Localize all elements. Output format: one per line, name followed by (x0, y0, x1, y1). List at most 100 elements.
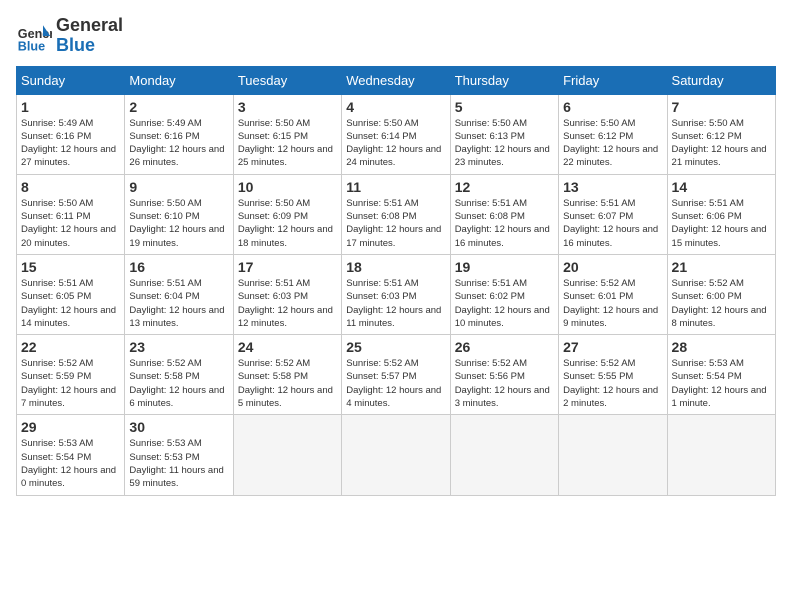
day-cell-12: 12 Sunrise: 5:51 AM Sunset: 6:08 PM Dayl… (450, 174, 558, 254)
day-number: 27 (563, 339, 662, 355)
day-cell-9: 9 Sunrise: 5:50 AM Sunset: 6:10 PM Dayli… (125, 174, 233, 254)
day-number: 29 (21, 419, 120, 435)
day-cell-22: 22 Sunrise: 5:52 AM Sunset: 5:59 PM Dayl… (17, 335, 125, 415)
day-number: 25 (346, 339, 445, 355)
day-cell-5: 5 Sunrise: 5:50 AM Sunset: 6:13 PM Dayli… (450, 94, 558, 174)
day-cell-18: 18 Sunrise: 5:51 AM Sunset: 6:03 PM Dayl… (342, 254, 450, 334)
day-cell-8: 8 Sunrise: 5:50 AM Sunset: 6:11 PM Dayli… (17, 174, 125, 254)
day-info: Sunrise: 5:51 AM Sunset: 6:02 PM Dayligh… (455, 277, 554, 330)
day-number: 11 (346, 179, 445, 195)
day-cell-27: 27 Sunrise: 5:52 AM Sunset: 5:55 PM Dayl… (559, 335, 667, 415)
weekday-header-tuesday: Tuesday (233, 66, 341, 94)
day-cell-13: 13 Sunrise: 5:51 AM Sunset: 6:07 PM Dayl… (559, 174, 667, 254)
weekday-header-saturday: Saturday (667, 66, 775, 94)
day-info: Sunrise: 5:52 AM Sunset: 6:01 PM Dayligh… (563, 277, 662, 330)
day-info: Sunrise: 5:51 AM Sunset: 6:05 PM Dayligh… (21, 277, 120, 330)
day-number: 13 (563, 179, 662, 195)
day-cell-4: 4 Sunrise: 5:50 AM Sunset: 6:14 PM Dayli… (342, 94, 450, 174)
day-info: Sunrise: 5:53 AM Sunset: 5:54 PM Dayligh… (21, 437, 120, 490)
day-cell-26: 26 Sunrise: 5:52 AM Sunset: 5:56 PM Dayl… (450, 335, 558, 415)
calendar-row: 22 Sunrise: 5:52 AM Sunset: 5:59 PM Dayl… (17, 335, 776, 415)
weekday-header-friday: Friday (559, 66, 667, 94)
day-number: 10 (238, 179, 337, 195)
day-number: 8 (21, 179, 120, 195)
day-number: 5 (455, 99, 554, 115)
calendar-table: SundayMondayTuesdayWednesdayThursdayFrid… (16, 66, 776, 496)
day-info: Sunrise: 5:52 AM Sunset: 5:55 PM Dayligh… (563, 357, 662, 410)
day-cell-14: 14 Sunrise: 5:51 AM Sunset: 6:06 PM Dayl… (667, 174, 775, 254)
day-cell-29: 29 Sunrise: 5:53 AM Sunset: 5:54 PM Dayl… (17, 415, 125, 495)
day-number: 16 (129, 259, 228, 275)
day-info: Sunrise: 5:52 AM Sunset: 5:59 PM Dayligh… (21, 357, 120, 410)
day-number: 30 (129, 419, 228, 435)
calendar-row: 29 Sunrise: 5:53 AM Sunset: 5:54 PM Dayl… (17, 415, 776, 495)
day-info: Sunrise: 5:50 AM Sunset: 6:14 PM Dayligh… (346, 117, 445, 170)
day-number: 1 (21, 99, 120, 115)
day-cell-17: 17 Sunrise: 5:51 AM Sunset: 6:03 PM Dayl… (233, 254, 341, 334)
day-cell-21: 21 Sunrise: 5:52 AM Sunset: 6:00 PM Dayl… (667, 254, 775, 334)
day-cell-1: 1 Sunrise: 5:49 AM Sunset: 6:16 PM Dayli… (17, 94, 125, 174)
day-number: 20 (563, 259, 662, 275)
day-number: 6 (563, 99, 662, 115)
day-cell-16: 16 Sunrise: 5:51 AM Sunset: 6:04 PM Dayl… (125, 254, 233, 334)
day-number: 21 (672, 259, 771, 275)
calendar-row: 1 Sunrise: 5:49 AM Sunset: 6:16 PM Dayli… (17, 94, 776, 174)
day-number: 23 (129, 339, 228, 355)
calendar-row: 15 Sunrise: 5:51 AM Sunset: 6:05 PM Dayl… (17, 254, 776, 334)
day-info: Sunrise: 5:52 AM Sunset: 5:58 PM Dayligh… (129, 357, 228, 410)
day-number: 19 (455, 259, 554, 275)
day-info: Sunrise: 5:51 AM Sunset: 6:06 PM Dayligh… (672, 197, 771, 250)
day-number: 17 (238, 259, 337, 275)
day-cell-10: 10 Sunrise: 5:50 AM Sunset: 6:09 PM Dayl… (233, 174, 341, 254)
day-info: Sunrise: 5:51 AM Sunset: 6:04 PM Dayligh… (129, 277, 228, 330)
day-cell-7: 7 Sunrise: 5:50 AM Sunset: 6:12 PM Dayli… (667, 94, 775, 174)
day-number: 22 (21, 339, 120, 355)
day-number: 14 (672, 179, 771, 195)
day-number: 2 (129, 99, 228, 115)
day-info: Sunrise: 5:53 AM Sunset: 5:53 PM Dayligh… (129, 437, 228, 490)
day-info: Sunrise: 5:49 AM Sunset: 6:16 PM Dayligh… (129, 117, 228, 170)
day-info: Sunrise: 5:53 AM Sunset: 5:54 PM Dayligh… (672, 357, 771, 410)
day-number: 3 (238, 99, 337, 115)
weekday-header-monday: Monday (125, 66, 233, 94)
day-info: Sunrise: 5:50 AM Sunset: 6:15 PM Dayligh… (238, 117, 337, 170)
day-cell-25: 25 Sunrise: 5:52 AM Sunset: 5:57 PM Dayl… (342, 335, 450, 415)
weekday-header-thursday: Thursday (450, 66, 558, 94)
day-cell-15: 15 Sunrise: 5:51 AM Sunset: 6:05 PM Dayl… (17, 254, 125, 334)
day-info: Sunrise: 5:50 AM Sunset: 6:09 PM Dayligh… (238, 197, 337, 250)
day-info: Sunrise: 5:50 AM Sunset: 6:12 PM Dayligh… (672, 117, 771, 170)
day-info: Sunrise: 5:50 AM Sunset: 6:11 PM Dayligh… (21, 197, 120, 250)
logo: General Blue General Blue (16, 16, 123, 56)
day-cell-2: 2 Sunrise: 5:49 AM Sunset: 6:16 PM Dayli… (125, 94, 233, 174)
day-info: Sunrise: 5:51 AM Sunset: 6:07 PM Dayligh… (563, 197, 662, 250)
day-cell-19: 19 Sunrise: 5:51 AM Sunset: 6:02 PM Dayl… (450, 254, 558, 334)
day-number: 18 (346, 259, 445, 275)
day-cell-24: 24 Sunrise: 5:52 AM Sunset: 5:58 PM Dayl… (233, 335, 341, 415)
day-info: Sunrise: 5:49 AM Sunset: 6:16 PM Dayligh… (21, 117, 120, 170)
day-info: Sunrise: 5:51 AM Sunset: 6:03 PM Dayligh… (346, 277, 445, 330)
logo-text: General Blue (56, 16, 123, 56)
day-info: Sunrise: 5:52 AM Sunset: 6:00 PM Dayligh… (672, 277, 771, 330)
page-header: General Blue General Blue (16, 16, 776, 56)
day-info: Sunrise: 5:51 AM Sunset: 6:08 PM Dayligh… (346, 197, 445, 250)
day-number: 28 (672, 339, 771, 355)
day-info: Sunrise: 5:51 AM Sunset: 6:08 PM Dayligh… (455, 197, 554, 250)
day-number: 24 (238, 339, 337, 355)
empty-cell (559, 415, 667, 495)
day-cell-30: 30 Sunrise: 5:53 AM Sunset: 5:53 PM Dayl… (125, 415, 233, 495)
empty-cell (450, 415, 558, 495)
day-number: 26 (455, 339, 554, 355)
day-cell-11: 11 Sunrise: 5:51 AM Sunset: 6:08 PM Dayl… (342, 174, 450, 254)
empty-cell (233, 415, 341, 495)
day-cell-28: 28 Sunrise: 5:53 AM Sunset: 5:54 PM Dayl… (667, 335, 775, 415)
day-info: Sunrise: 5:52 AM Sunset: 5:58 PM Dayligh… (238, 357, 337, 410)
day-info: Sunrise: 5:51 AM Sunset: 6:03 PM Dayligh… (238, 277, 337, 330)
day-number: 15 (21, 259, 120, 275)
weekday-header-sunday: Sunday (17, 66, 125, 94)
day-info: Sunrise: 5:52 AM Sunset: 5:57 PM Dayligh… (346, 357, 445, 410)
weekday-header-wednesday: Wednesday (342, 66, 450, 94)
day-number: 9 (129, 179, 228, 195)
day-info: Sunrise: 5:50 AM Sunset: 6:13 PM Dayligh… (455, 117, 554, 170)
svg-text:Blue: Blue (18, 39, 45, 53)
day-number: 7 (672, 99, 771, 115)
